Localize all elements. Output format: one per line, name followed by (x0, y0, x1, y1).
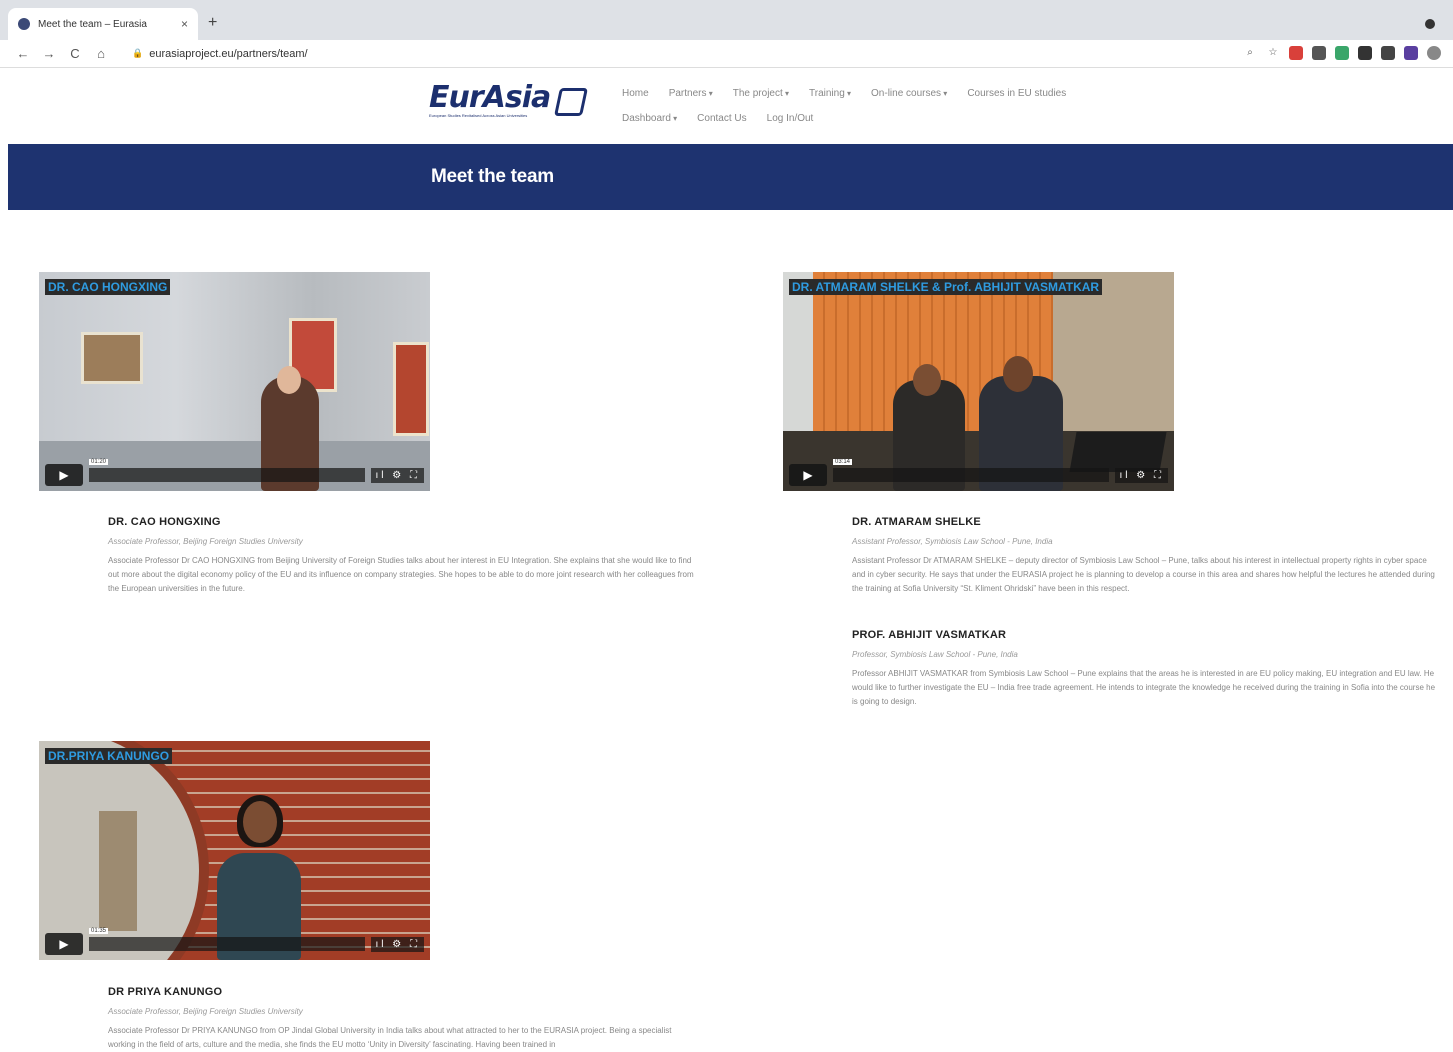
logo-mark-icon (554, 88, 588, 116)
menu-log-in-out[interactable]: Log In/Out (767, 113, 814, 124)
extension-calendar-icon[interactable] (1381, 46, 1395, 60)
main-menu: Home Partners The project Training On-li… (622, 88, 1142, 138)
menu-dashboard[interactable]: Dashboard (622, 113, 677, 124)
extension-dark-icon[interactable] (1358, 46, 1372, 60)
menu-online-courses[interactable]: On-line courses (871, 88, 947, 99)
lock-icon[interactable]: 🔒 (132, 48, 143, 59)
bio-text: Associate Professor Dr CAO HONGXING from… (108, 556, 694, 593)
extension-red-icon[interactable] (1289, 46, 1303, 60)
video-title-overlay: DR. CAO HONGXING (45, 279, 171, 295)
site-header: EurAsia European Studies Revitalised Acr… (8, 68, 1453, 144)
forward-button[interactable]: → (36, 46, 62, 61)
video-time: 01:35 (89, 928, 109, 934)
bio-cao-hongxing: DR. CAO HONGXING Associate Professor, Be… (108, 516, 698, 596)
video-title-overlay: DR.PRIYA KANUNGO (45, 748, 173, 764)
bio-name: DR. CAO HONGXING (108, 516, 221, 528)
address-bar[interactable]: eurasiaproject.eu/partners/team/ (149, 48, 307, 60)
browser-tab[interactable]: Meet the team – Eurasia × (8, 8, 198, 40)
play-icon[interactable]: ▶ (45, 464, 83, 486)
bio-role: Professor, Symbiosis Law School - Pune, … (852, 650, 1018, 659)
bio-role: Assistant Professor, Symbiosis Law Schoo… (852, 537, 1053, 546)
video-time: 03:14 (833, 459, 853, 465)
video-progress-bar[interactable]: 03:14 (833, 459, 1110, 482)
bio-name: PROF. ABHIJIT VASMATKAR (852, 629, 1007, 641)
play-icon[interactable]: ▶ (45, 933, 83, 955)
home-button[interactable]: ⌂ (88, 46, 114, 61)
extension-grey-icon[interactable] (1312, 46, 1326, 60)
bio-role: Associate Professor, Beijing Foreign Stu… (108, 1007, 303, 1016)
video-controls: ▶ 01:20 ıl ⚙ ⛶ (45, 459, 424, 486)
menu-partners[interactable]: Partners (669, 88, 713, 99)
bio-text: Assistant Professor Dr ATMARAM SHELKE – … (852, 556, 1435, 593)
video-settings-icon[interactable]: ıl ⚙ ⛶ (1115, 467, 1168, 483)
site-logo[interactable]: EurAsia European Studies Revitalised Acr… (429, 80, 589, 126)
bio-abhijit-vasmatkar: PROF. ABHIJIT VASMATKAR Professor, Symbi… (852, 629, 1437, 709)
browser-toolbar: ← → C ⌂ 🔒 eurasiaproject.eu/partners/tea… (0, 40, 1453, 68)
extension-green-icon[interactable] (1335, 46, 1349, 60)
tab-title: Meet the team – Eurasia (38, 18, 147, 30)
reload-button[interactable]: C (62, 46, 88, 61)
bio-atmaram-shelke: DR. ATMARAM SHELKE Assistant Professor, … (852, 516, 1437, 596)
extension-circle-icon[interactable] (1427, 46, 1441, 60)
video-progress-bar[interactable]: 01:35 (89, 928, 366, 951)
video-controls: ▶ 01:35 ıl ⚙ ⛶ (45, 928, 424, 955)
tab-close-icon[interactable]: × (181, 17, 188, 31)
bookmark-star-icon[interactable]: ☆ (1266, 46, 1280, 60)
video-player-kanungo[interactable]: DR.PRIYA KANUNGO ▶ 01:35 ıl ⚙ ⛶ (39, 741, 430, 960)
video-settings-icon[interactable]: ıl ⚙ ⛶ (371, 936, 424, 952)
bio-text: Professor ABHIJIT VASMATKAR from Symbios… (852, 669, 1436, 706)
extension-purple-icon[interactable] (1404, 46, 1418, 60)
browser-menu-icon[interactable] (1425, 19, 1435, 29)
bio-name: DR PRIYA KANUNGO (108, 986, 223, 998)
page-content: EurAsia European Studies Revitalised Acr… (8, 68, 1453, 1049)
bio-name: DR. ATMARAM SHELKE (852, 516, 981, 528)
video-controls: ▶ 03:14 ıl ⚙ ⛶ (789, 459, 1168, 486)
extensions-area: ⌕ ☆ (1243, 46, 1441, 60)
video-progress-bar[interactable]: 01:20 (89, 459, 366, 482)
bio-role: Associate Professor, Beijing Foreign Stu… (108, 537, 303, 546)
video-time: 01:20 (89, 459, 109, 465)
back-button[interactable]: ← (10, 46, 36, 61)
bio-priya-kanungo: DR PRIYA KANUNGO Associate Professor, Be… (108, 986, 698, 1052)
menu-training[interactable]: Training (809, 88, 851, 99)
play-icon[interactable]: ▶ (789, 464, 827, 486)
page-banner: Meet the team (8, 144, 1453, 210)
video-player-cao[interactable]: DR. CAO HONGXING ▶ 01:20 ıl ⚙ ⛶ (39, 272, 430, 491)
menu-home[interactable]: Home (622, 88, 649, 99)
menu-courses-eu-studies[interactable]: Courses in EU studies (967, 88, 1066, 99)
video-player-shelke-vasmatkar[interactable]: DR. ATMARAM SHELKE & Prof. ABHIJIT VASMA… (783, 272, 1174, 491)
new-tab-button[interactable]: + (208, 14, 217, 32)
page-title: Meet the team (431, 166, 554, 187)
site-favicon-icon (18, 18, 30, 30)
menu-the-project[interactable]: The project (733, 88, 789, 99)
video-title-overlay: DR. ATMARAM SHELKE & Prof. ABHIJIT VASMA… (789, 279, 1103, 295)
browser-tabstrip: Meet the team – Eurasia × + (0, 0, 1453, 40)
menu-contact-us[interactable]: Contact Us (697, 113, 746, 124)
zoom-icon[interactable]: ⌕ (1243, 46, 1257, 60)
video-settings-icon[interactable]: ıl ⚙ ⛶ (371, 467, 424, 483)
